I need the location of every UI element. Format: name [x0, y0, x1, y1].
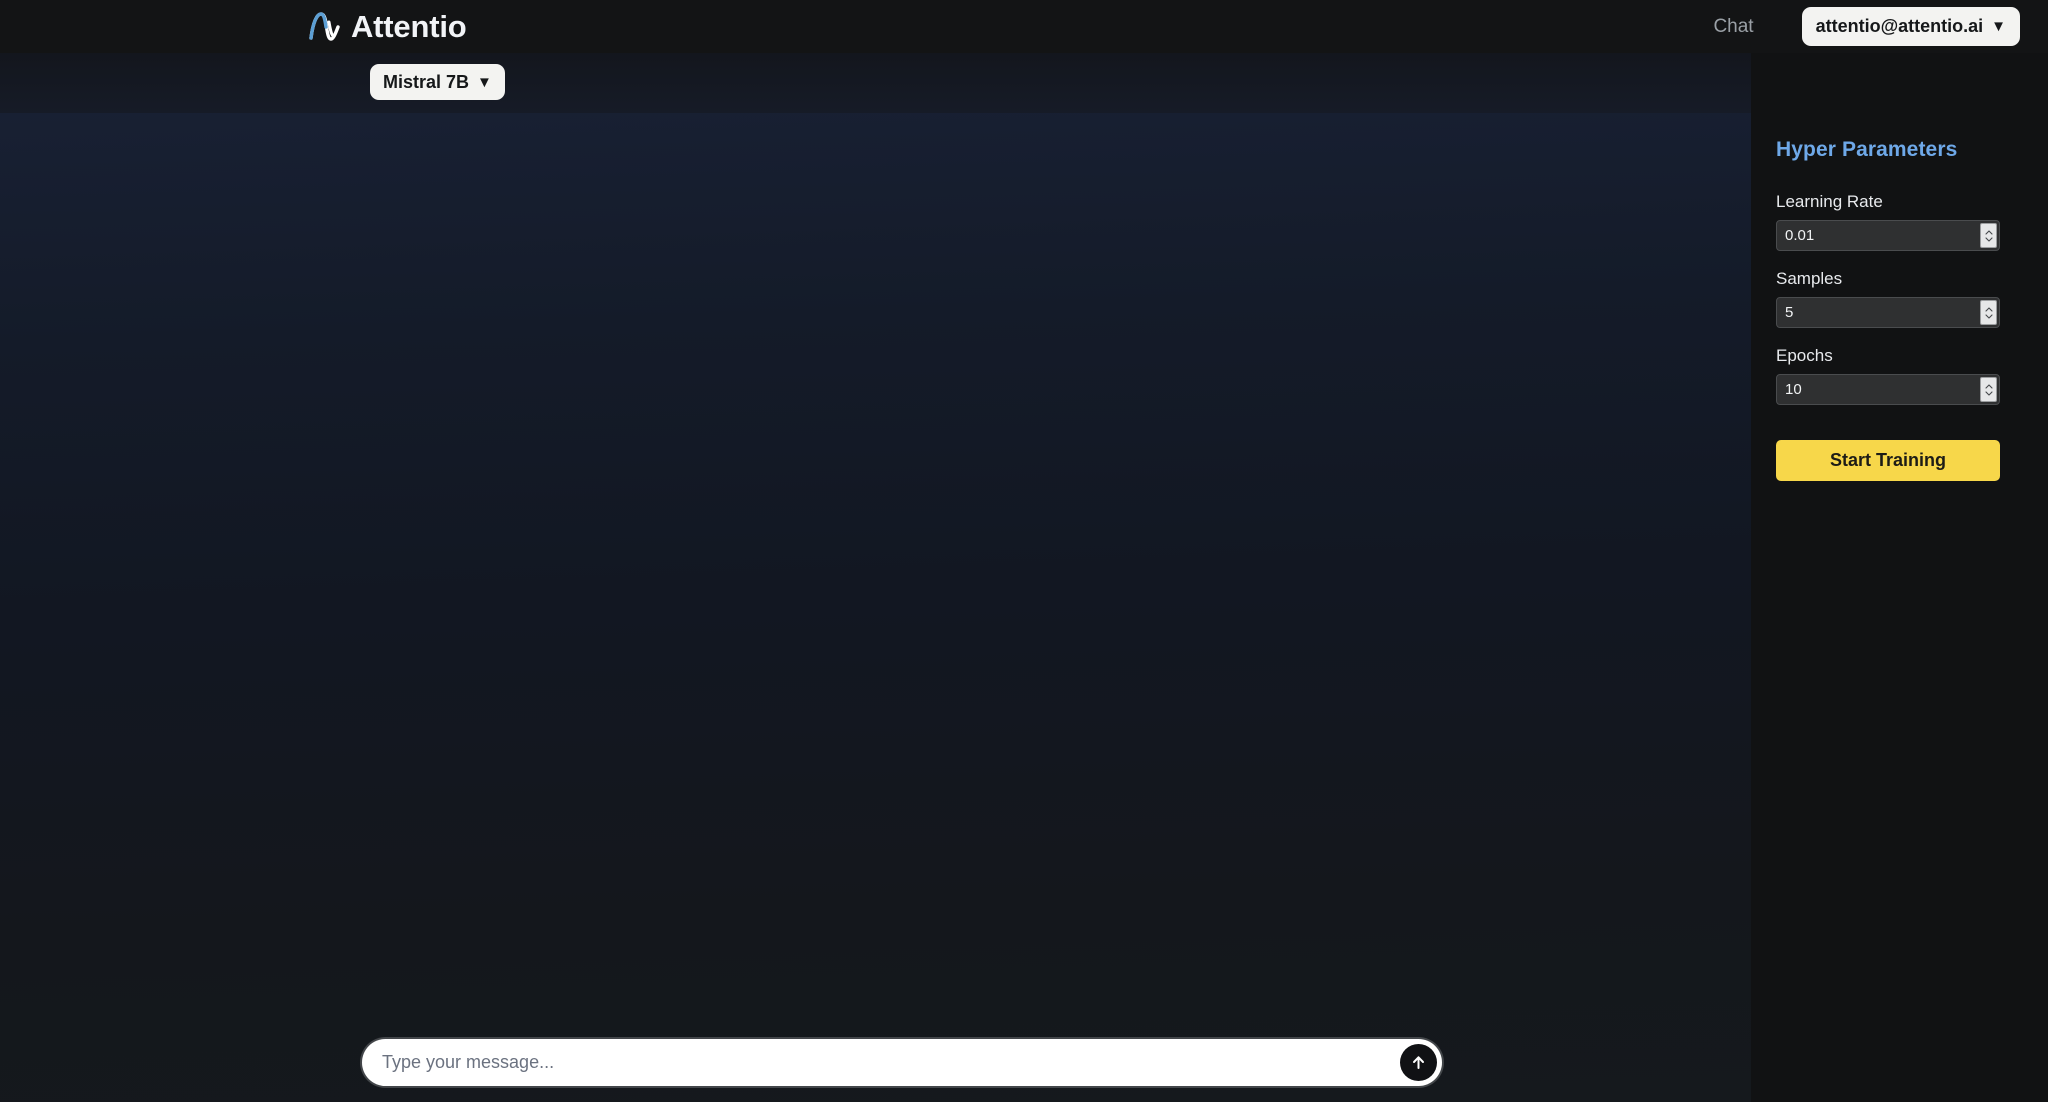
field-label: Learning Rate	[1776, 192, 1883, 211]
nav-link-chat[interactable]: Chat	[1703, 12, 1763, 42]
message-composer	[362, 1039, 1442, 1086]
spinner-up-down-icon[interactable]	[1980, 300, 1997, 325]
samples-input[interactable]	[1776, 297, 2000, 328]
attentio-wave-logo-icon	[309, 11, 340, 41]
account-menu-button[interactable]: attentio@attentio.ai ▼	[1801, 7, 2020, 46]
app-root: Attentio Chat attentio@attentio.ai ▼ Mis…	[0, 0, 2048, 1102]
chevron-down-icon	[1984, 390, 1993, 396]
chat-panel	[0, 113, 1751, 1102]
chevron-up-icon	[1984, 229, 1993, 235]
app-header: Attentio Chat attentio@attentio.ai ▼	[0, 0, 2048, 53]
model-selector-label: Mistral 7B	[383, 71, 470, 92]
chat-message-list	[0, 113, 1751, 1016]
arrow-up-icon	[1413, 1056, 1424, 1069]
caret-down-icon: ▼	[1991, 18, 2006, 35]
hyper-parameters-panel: Hyper Parameters Learning Rate Samples	[1751, 53, 2048, 1102]
panel-title: Hyper Parameters	[1776, 138, 1958, 161]
spinner-up-down-icon[interactable]	[1980, 223, 1997, 248]
field-label: Samples	[1776, 269, 1843, 288]
number-input-wrap	[1776, 297, 2000, 328]
caret-down-icon: ▼	[477, 73, 492, 91]
number-input-wrap	[1776, 220, 2000, 251]
field-label: Epochs	[1776, 346, 1833, 365]
epochs-input[interactable]	[1776, 374, 2000, 405]
model-selector-bar: Mistral 7B ▼	[0, 53, 1751, 113]
field-epochs: Epochs	[1776, 346, 2000, 405]
message-input[interactable]	[382, 1039, 1400, 1086]
chevron-up-icon	[1984, 306, 1993, 312]
brand-name: Attentio	[351, 9, 467, 44]
brand: Attentio	[308, 0, 467, 53]
model-selector-button[interactable]: Mistral 7B ▼	[370, 64, 505, 100]
chevron-down-icon	[1984, 313, 1993, 319]
header-right: Chat attentio@attentio.ai ▼	[1703, 0, 2048, 53]
spinner-up-down-icon[interactable]	[1980, 377, 1997, 402]
number-input-wrap	[1776, 374, 2000, 405]
field-samples: Samples	[1776, 269, 2000, 328]
learning-rate-input[interactable]	[1776, 220, 2000, 251]
chevron-down-icon	[1984, 236, 1993, 242]
start-training-button[interactable]: Start Training	[1776, 440, 2000, 481]
account-email-label: attentio@attentio.ai	[1815, 16, 1984, 36]
field-learning-rate: Learning Rate	[1776, 192, 2000, 251]
send-message-button[interactable]	[1400, 1044, 1437, 1081]
chevron-up-icon	[1984, 383, 1993, 389]
